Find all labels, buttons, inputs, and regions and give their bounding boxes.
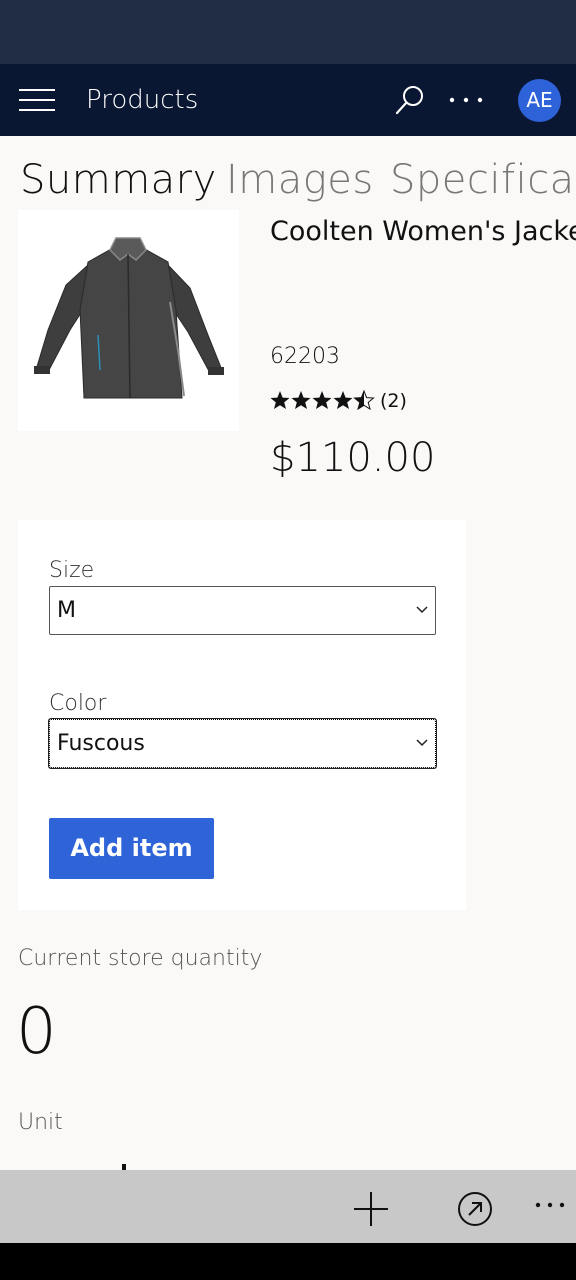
product-price: $110.00 xyxy=(270,435,436,481)
size-value: M xyxy=(57,598,76,623)
rating-stars-icon xyxy=(270,390,374,410)
tab-strip: Summary Images Specification xyxy=(0,136,576,208)
hamburger-menu-icon[interactable] xyxy=(19,89,55,111)
tab-summary[interactable]: Summary xyxy=(20,156,217,204)
avatar[interactable]: AE xyxy=(518,79,561,122)
more-ellipsis-icon[interactable] xyxy=(534,1192,568,1222)
store-quantity-value: 0 xyxy=(16,995,57,1069)
product-config-card: Size M Color Fuscous Add item xyxy=(18,520,466,910)
jacket-image xyxy=(34,237,224,399)
page-title: Products xyxy=(86,85,199,115)
bottom-command-bar xyxy=(0,1170,576,1243)
tab-images[interactable]: Images xyxy=(226,156,374,204)
size-label: Size xyxy=(49,558,95,583)
more-ellipsis-icon[interactable] xyxy=(448,86,488,114)
chevron-down-icon xyxy=(416,606,428,614)
add-item-button[interactable]: Add item xyxy=(49,818,214,879)
product-image[interactable] xyxy=(18,210,239,431)
search-icon[interactable] xyxy=(394,84,426,116)
color-label: Color xyxy=(49,691,107,716)
tab-specification[interactable]: Specification xyxy=(390,156,576,204)
app-bar: Products AE xyxy=(0,64,576,136)
rating-count: (2) xyxy=(380,390,407,412)
product-id: 62203 xyxy=(270,344,340,369)
system-nav-bar xyxy=(0,1243,576,1280)
store-quantity-label: Current store quantity xyxy=(18,946,263,971)
status-bar xyxy=(0,0,576,64)
plus-icon[interactable] xyxy=(352,1190,390,1228)
unit-label: Unit xyxy=(18,1110,63,1135)
product-name: Coolten Women's Jacket xyxy=(270,216,576,247)
color-select[interactable]: Fuscous xyxy=(49,719,436,768)
size-select[interactable]: M xyxy=(49,586,436,635)
color-value: Fuscous xyxy=(57,731,145,756)
chevron-down-icon xyxy=(416,739,428,747)
open-arrow-icon[interactable] xyxy=(456,1190,494,1228)
